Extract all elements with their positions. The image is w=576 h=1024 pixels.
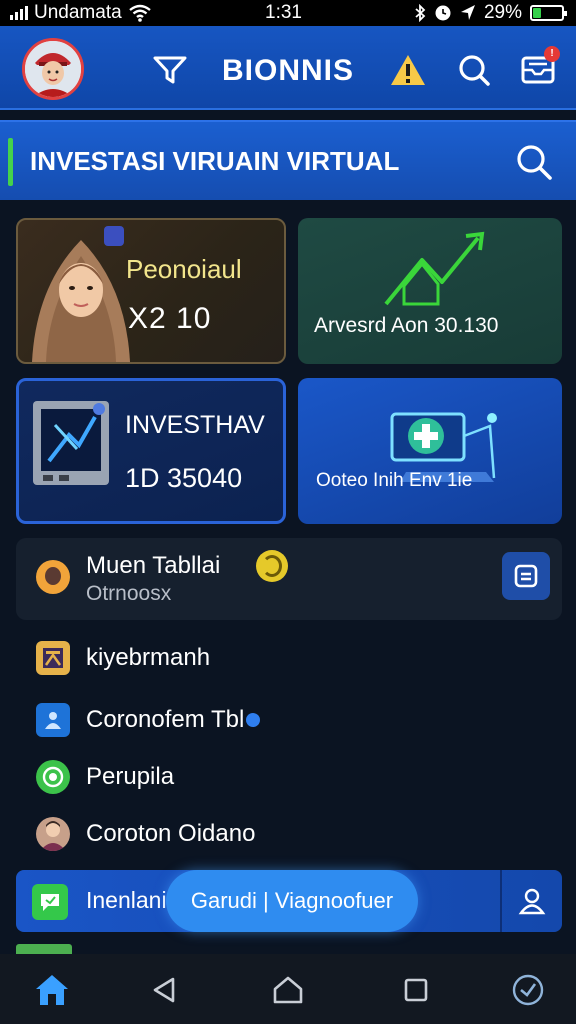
inbox-icon[interactable]: ! <box>518 46 560 90</box>
bluetooth-icon <box>415 4 426 22</box>
assistant-icon <box>512 974 544 1006</box>
app-header: BIONNIS ! <box>0 26 576 110</box>
invest-card-label: INVESTHAV <box>125 411 265 439</box>
status-time: 1:31 <box>265 2 302 23</box>
list-item-label: Perupila <box>86 763 175 790</box>
list-item-3[interactable]: Perupila <box>36 757 174 797</box>
promo-label: Inenlani <box>86 887 167 913</box>
assistant-button[interactable] <box>506 968 550 1012</box>
home-button[interactable] <box>30 968 74 1012</box>
location-icon <box>460 5 475 20</box>
list-item-label: kiyebrmanh <box>86 644 211 671</box>
tablet-action-button[interactable] <box>502 552 550 600</box>
promo-pill-button[interactable]: Garudi | Viagnoofuer <box>166 870 418 932</box>
search-icon[interactable] <box>454 50 494 90</box>
return-card-label: Arvesrd Aon 30.130 <box>314 314 499 337</box>
tablet-subtitle: Otrnoosx <box>86 582 172 605</box>
person-icon <box>36 703 70 737</box>
create-card-label: Ooteo Inih Env 1ie <box>316 470 473 491</box>
create-card[interactable]: Ooteo Inih Env 1ie <box>298 378 562 524</box>
square-icon <box>404 978 428 1002</box>
back-icon <box>153 977 175 1003</box>
home-icon <box>36 975 68 1005</box>
search-button-icon[interactable] <box>514 142 554 182</box>
profile-portrait <box>32 240 130 362</box>
profile-card-label: Peonoiaul <box>126 254 242 284</box>
house-outline-icon <box>273 976 303 1004</box>
list-item-2[interactable]: Coronofem Tbl <box>36 700 261 740</box>
profile-card-value: X2 10 <box>128 302 212 335</box>
filter-icon[interactable] <box>150 50 190 90</box>
search-title: INVESTASI VIRUAIN VIRTUAL <box>30 146 400 176</box>
status-bar: Undamata 1:31 29% <box>0 0 576 26</box>
next-item-peek <box>16 944 72 954</box>
monitor-chart-icon <box>33 401 109 485</box>
user-avatar[interactable] <box>22 38 84 100</box>
badge-icon <box>104 226 124 246</box>
battery-level <box>533 8 541 18</box>
list-item-1[interactable]: kiyebrmanh <box>36 638 210 678</box>
invest-card-value: 1D 35040 <box>125 463 243 493</box>
growth-chart-icon <box>384 231 485 306</box>
profile-button[interactable] <box>500 870 562 932</box>
carrier-name: Undamata <box>34 2 122 23</box>
signal-icon <box>10 6 28 20</box>
recents-button[interactable] <box>394 968 438 1012</box>
status-dot <box>246 713 261 727</box>
back-button[interactable] <box>142 968 186 1012</box>
list-item-4[interactable]: Coroton Oidano <box>36 814 255 854</box>
coin-icon <box>256 550 288 582</box>
tablet-avatar <box>36 560 70 594</box>
list-item-label: Coroton Oidano <box>86 820 256 847</box>
home-nav-button[interactable] <box>266 968 310 1012</box>
search-bar[interactable]: INVESTASI VIRUAIN VIRTUAL <box>0 120 576 200</box>
battery-icon <box>530 5 567 21</box>
list-item-label: Coronofem Tbl <box>86 706 245 733</box>
return-card[interactable]: Arvesrd Aon 30.130 <box>298 218 562 364</box>
warning-icon[interactable] <box>388 50 428 90</box>
wifi-icon <box>128 4 151 22</box>
search-accent-bar <box>8 138 13 186</box>
profile-card[interactable]: Peonoiaul X2 10 <box>16 218 286 364</box>
battery-percent: 29% <box>483 2 522 23</box>
tablet-row[interactable]: Muen Tabllai Otrnoosx <box>16 538 562 620</box>
invest-card[interactable]: INVESTHAV 1D 35040 <box>16 378 286 524</box>
globe-icon <box>36 760 70 794</box>
navigation-bar <box>0 954 576 1024</box>
user-icon <box>518 888 546 915</box>
chat-icon <box>32 884 68 920</box>
clipboard-icon <box>514 564 538 588</box>
profile-avatar-icon <box>36 817 70 851</box>
app-title: BIONNIS <box>222 54 355 87</box>
notification-badge: ! <box>544 46 560 62</box>
grid-icon <box>36 641 70 675</box>
alarm-icon <box>435 5 451 21</box>
tablet-title: Muen Tabllai <box>86 552 221 579</box>
